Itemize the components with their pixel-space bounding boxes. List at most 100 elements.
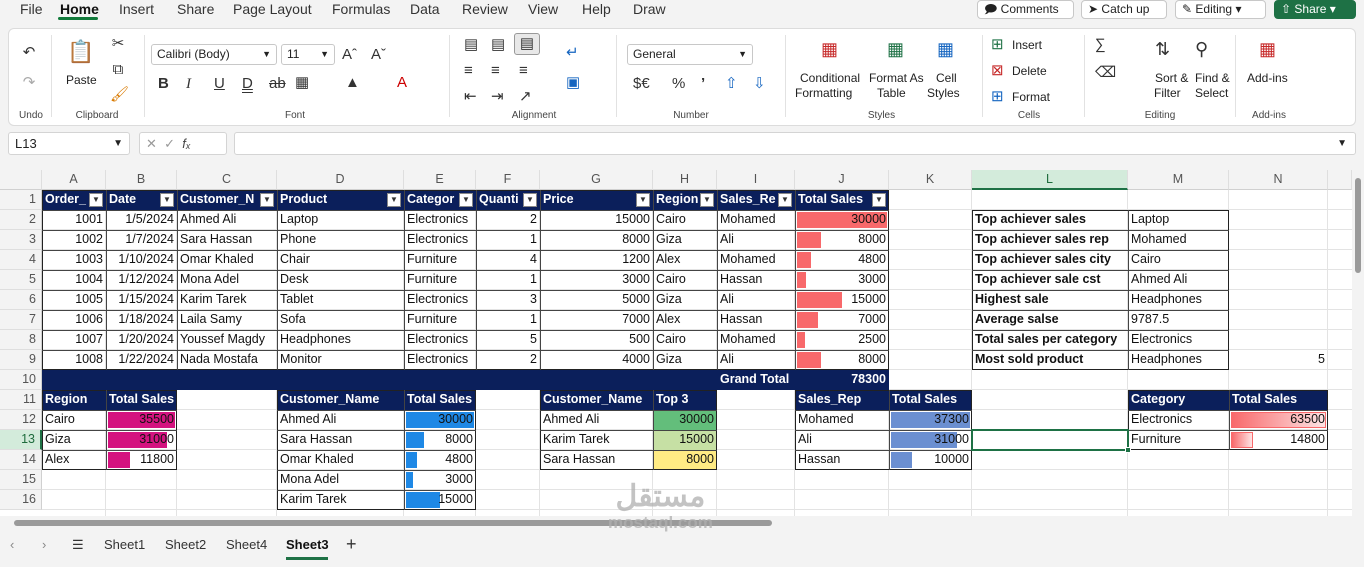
summary-label[interactable]: Average salse [972,310,1128,330]
sheet-tab-2[interactable]: Sheet2 [165,537,206,552]
find-select-line2[interactable]: Select [1195,86,1228,100]
paste-icon[interactable]: 📋 [67,41,94,63]
chevron-left-icon[interactable]: ‹ [10,537,14,552]
summary-value[interactable]: Headphones [1128,350,1229,370]
sheet-list-icon[interactable]: ☰ [72,537,84,553]
table-cell[interactable]: Hassan [717,310,795,330]
column-header-M[interactable]: M [1128,170,1229,190]
decrease-font-icon[interactable]: Aˇ [371,47,386,63]
rep-table-header[interactable]: Sales_Rep [795,390,889,410]
top3-table-header[interactable]: Customer_Name [540,390,653,410]
table-cell[interactable]: Giza [653,230,717,250]
summary-value[interactable]: 9787.5 [1128,310,1229,330]
column-header-E[interactable]: E [404,170,476,190]
menu-page-layout[interactable]: Page Layout [233,0,312,18]
top3-table-header[interactable]: Top 3 [653,390,717,410]
sort-filter-line2[interactable]: Filter [1154,86,1181,100]
italic-icon[interactable]: I [186,76,191,92]
grand-total-value[interactable]: 78300 [795,370,889,390]
rep-table-header[interactable]: Total Sales [889,390,972,410]
customer-table-cell[interactable]: Ahmed Ali [277,410,404,430]
table-cell[interactable]: 1001 [42,210,106,230]
column-header-G[interactable]: G [540,170,653,190]
format-as-table-line1[interactable]: Format As [869,71,924,85]
bold-icon[interactable]: B [158,76,169,92]
row-header-3[interactable]: 3 [0,230,42,250]
region-table-cell[interactable]: Alex [42,450,106,470]
underline-icon[interactable]: U [214,76,225,92]
align-left-icon[interactable]: ≡ [464,63,473,79]
region-table-value[interactable]: 35500 [106,410,177,430]
table-cell[interactable]: 3000 [795,270,889,290]
merge-center-icon[interactable]: ▣ [566,75,580,91]
menu-insert[interactable]: Insert [119,0,154,18]
table-cell[interactable]: Alex [653,250,717,270]
summary-label[interactable]: Most sold product [972,350,1128,370]
summary-label[interactable]: Top achiever sales rep [972,230,1128,250]
format-as-table-line2[interactable]: Table [877,86,906,100]
filter-dropdown-icon[interactable]: ▼ [160,193,174,207]
row-header-1[interactable]: 1 [0,190,42,210]
column-header-D[interactable]: D [277,170,404,190]
table-cell[interactable]: 3 [476,290,540,310]
align-center-icon[interactable]: ≡ [491,63,500,79]
table-cell[interactable]: 1/12/2024 [106,270,177,290]
table-cell[interactable]: Ali [717,350,795,370]
table-cell[interactable]: Electronics [404,330,476,350]
editing-mode-button[interactable]: ✎ Editing ▾ [1175,0,1266,19]
wrap-text-icon[interactable]: ↵ [566,45,579,61]
increase-font-icon[interactable]: Aˆ [342,47,357,63]
table-cell[interactable]: Monitor [277,350,404,370]
align-right-icon[interactable]: ≡ [519,63,528,79]
row-header-7[interactable]: 7 [0,310,42,330]
table-cell[interactable]: Cairo [653,270,717,290]
comma-style-icon[interactable]: ’ [701,76,705,92]
select-all-corner[interactable] [0,170,42,190]
customer-table-cell[interactable]: Karim Tarek [277,490,404,510]
rep-table-cell[interactable]: Ali [795,430,889,450]
table-cell[interactable]: 8000 [795,230,889,250]
borders-icon[interactable]: ▦ [295,75,309,91]
table-cell[interactable]: Youssef Magdy [177,330,277,350]
row-header-15[interactable]: 15 [0,470,42,490]
table-cell[interactable]: 1 [476,230,540,250]
table-cell[interactable]: 1004 [42,270,106,290]
top3-table-value[interactable]: 15000 [653,430,717,450]
category-table-header[interactable]: Category [1128,390,1229,410]
table-cell[interactable]: Cairo [653,210,717,230]
table-cell[interactable]: Mona Adel [177,270,277,290]
table-cell[interactable]: Furniture [404,250,476,270]
top3-table-cell[interactable]: Ahmed Ali [540,410,653,430]
category-table-cell[interactable]: Electronics [1128,410,1229,430]
row-header-14[interactable]: 14 [0,450,42,470]
format-as-table-icon[interactable]: ▦ [887,40,904,58]
row-header-16[interactable]: 16 [0,490,42,510]
customer-table-header[interactable]: Customer_Name [277,390,404,410]
column-header-A[interactable]: A [42,170,106,190]
table-cell[interactable]: 7000 [795,310,889,330]
table-cell[interactable]: 1/15/2024 [106,290,177,310]
rep-table-value[interactable]: 37300 [889,410,972,430]
search-icon[interactable]: ⚲ [1195,40,1208,58]
table-cell[interactable]: 1/5/2024 [106,210,177,230]
selected-cell-l13[interactable] [971,429,1129,451]
format-cells-button[interactable]: Format [1012,90,1050,104]
align-bottom-icon[interactable]: ▤ [514,33,540,55]
cell-styles-line2[interactable]: Styles [927,86,960,100]
find-select-line1[interactable]: Find & [1195,71,1230,85]
font-size-select[interactable]: 11 ▼ [281,44,335,65]
table-cell[interactable]: Tablet [277,290,404,310]
rep-table-cell[interactable]: Hassan [795,450,889,470]
sheet-tab-3[interactable]: Sheet3 [286,537,329,552]
delete-cells-button[interactable]: Delete [1012,64,1047,78]
summary-value[interactable]: Cairo [1128,250,1229,270]
table-cell[interactable]: 2500 [795,330,889,350]
table-cell[interactable]: 15000 [795,290,889,310]
top3-table-value[interactable]: 30000 [653,410,717,430]
column-header-N[interactable]: N [1229,170,1328,190]
table-cell[interactable]: 1 [476,270,540,290]
rep-table-cell[interactable]: Mohamed [795,410,889,430]
summary-label[interactable]: Highest sale [972,290,1128,310]
conditional-formatting-icon[interactable]: ▦ [821,40,838,58]
category-table-value[interactable]: 14800 [1229,430,1328,450]
